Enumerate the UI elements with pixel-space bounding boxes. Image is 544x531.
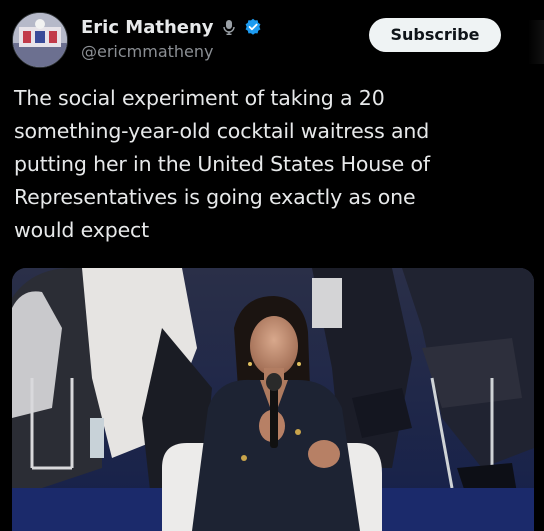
author-display-name[interactable]: Eric Matheny	[81, 17, 214, 38]
microphone-icon	[220, 18, 238, 36]
avatar[interactable]	[12, 12, 68, 68]
verified-icon	[244, 18, 262, 36]
more-options-edge	[528, 20, 544, 64]
tweet-card: Eric Matheny @ericmmatheny Subscribe The…	[0, 0, 544, 531]
author-handle[interactable]: @ericmmatheny	[81, 42, 214, 61]
author-name-row: Eric Matheny	[81, 14, 262, 40]
tweet-text: The social experiment of taking a 20 som…	[14, 86, 430, 242]
tweet-photo[interactable]	[12, 268, 534, 531]
photo-scene	[12, 268, 534, 531]
subscribe-button[interactable]: Subscribe	[369, 18, 501, 52]
avatar-image	[13, 13, 67, 67]
